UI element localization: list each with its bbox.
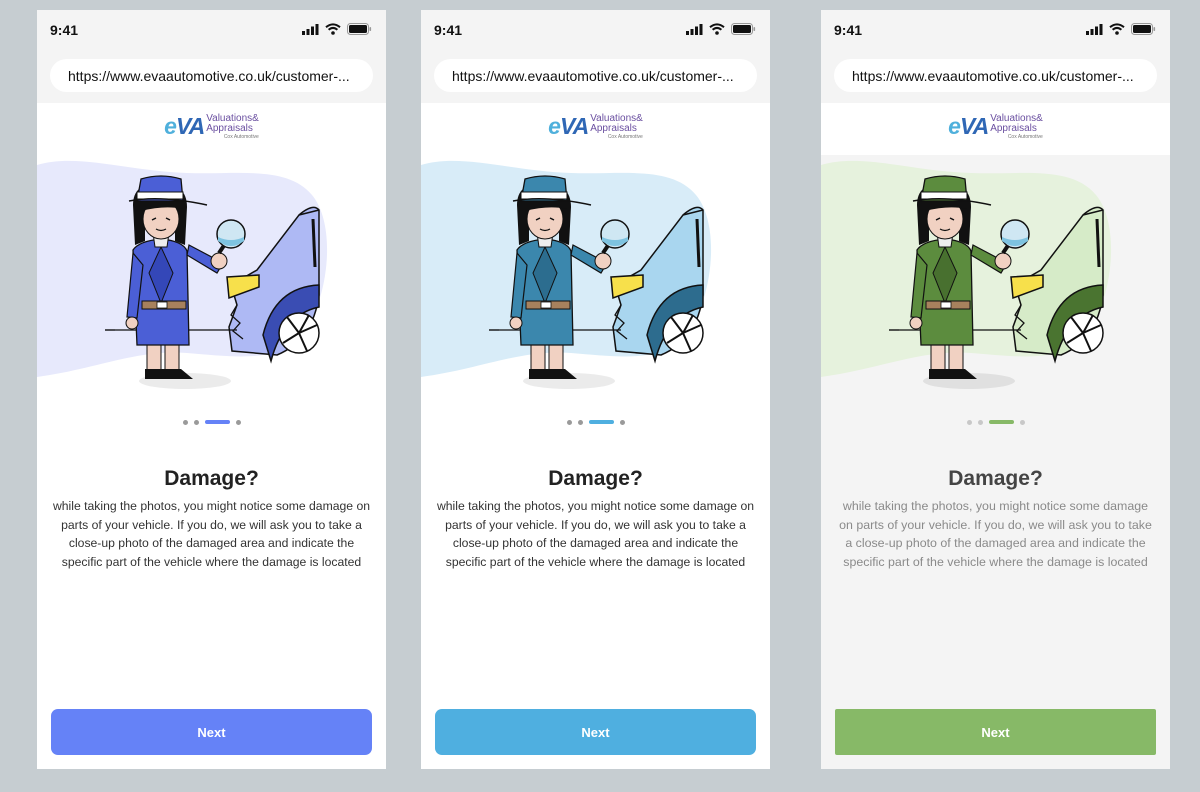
pagination-dot-active[interactable] — [204, 420, 230, 424]
address-bar[interactable]: https://www.evaautomotive.co.uk/customer… — [434, 59, 757, 92]
next-button[interactable]: Next — [435, 709, 756, 755]
next-button[interactable]: Next — [835, 709, 1156, 755]
header-logo-band: eVA Valuations& Appraisals Cox Automotiv… — [37, 103, 386, 155]
logo-tagline: Cox Automotive — [1007, 133, 1043, 140]
page-title: Damage? — [948, 467, 1043, 490]
next-button[interactable]: Next — [51, 709, 372, 755]
url-text: https://www.evaautomotive.co.uk/customer… — [452, 67, 734, 84]
logo-mark-va: VA — [559, 113, 589, 139]
status-icons — [1086, 23, 1156, 35]
eva-logo: eVA Valuations& Appraisals Cox Automotiv… — [948, 113, 1043, 140]
pagination-dot-active[interactable] — [588, 420, 614, 424]
logo-line-1: Valuations& — [590, 112, 643, 124]
header-logo-band: eVA Valuations& Appraisals Cox Automotiv… — [821, 103, 1170, 155]
pagination-dot[interactable] — [619, 419, 625, 425]
logo-text: Valuations& Appraisals Cox Automotive — [590, 112, 643, 140]
pagination-dot[interactable] — [577, 419, 583, 425]
logo-mark-e: e — [548, 113, 561, 139]
address-bar[interactable]: https://www.evaautomotive.co.uk/customer… — [50, 59, 373, 92]
onboarding-screen-lightblue: 9:41 https://www.evaautomotive.co.uk/cus… — [421, 10, 770, 769]
wifi-icon — [1109, 23, 1125, 35]
signal-icon — [1086, 23, 1103, 35]
address-bar[interactable]: https://www.evaautomotive.co.uk/customer… — [834, 59, 1157, 92]
logo-line-2: Appraisals — [590, 122, 637, 134]
battery-icon — [1131, 23, 1156, 35]
status-icons — [686, 23, 756, 35]
description-text: while taking the photos, you might notic… — [839, 499, 1152, 569]
status-time: 9:41 — [834, 22, 863, 38]
logo-line-2: Appraisals — [990, 122, 1037, 134]
inspector-car-illustration — [37, 160, 328, 389]
pagination-dot-active[interactable] — [988, 420, 1014, 424]
status-time: 9:41 — [434, 22, 463, 38]
logo-mark-e: e — [164, 113, 177, 139]
battery-icon — [731, 23, 756, 35]
logo-mark: eVA — [548, 113, 589, 140]
logo-mark-e: e — [948, 113, 961, 139]
logo-line-1: Valuations& — [206, 112, 259, 124]
status-and-address-bar: 9:41 https://www.evaautomotive.co.uk/cus… — [421, 10, 770, 103]
wifi-icon — [325, 23, 341, 35]
status-icons — [302, 23, 372, 35]
pagination-dot[interactable] — [182, 419, 188, 425]
pagination-dots — [821, 417, 1170, 427]
pagination-dots — [37, 417, 386, 427]
logo-mark: eVA — [164, 113, 205, 140]
onboarding-screen-green: 9:41 https://www.evaautomotive.co.uk/cus… — [821, 10, 1170, 769]
logo-tagline: Cox Automotive — [607, 133, 643, 140]
signal-icon — [686, 23, 703, 35]
pagination-dot[interactable] — [1019, 419, 1025, 425]
logo-mark: eVA — [948, 113, 989, 140]
pagination-dot[interactable] — [193, 419, 199, 425]
wifi-icon — [709, 23, 725, 35]
inspector-car-illustration — [421, 160, 712, 389]
pagination-dot[interactable] — [566, 419, 572, 425]
logo-line-1: Valuations& — [990, 112, 1043, 124]
pagination-dot[interactable] — [235, 419, 241, 425]
status-and-address-bar: 9:41 https://www.evaautomotive.co.uk/cus… — [37, 10, 386, 103]
inspector-car-illustration — [821, 160, 1112, 389]
logo-line-2: Appraisals — [206, 122, 253, 134]
url-text: https://www.evaautomotive.co.uk/customer… — [852, 67, 1134, 84]
onboarding-screen-blue: 9:41 https://www.evaautomotive.co.uk/cus… — [37, 10, 386, 769]
logo-mark-va: VA — [959, 113, 989, 139]
url-text: https://www.evaautomotive.co.uk/customer… — [68, 67, 350, 84]
signal-icon — [302, 23, 319, 35]
eva-logo: eVA Valuations& Appraisals Cox Automotiv… — [548, 113, 643, 140]
logo-text: Valuations& Appraisals Cox Automotive — [206, 112, 259, 140]
page-title: Damage? — [548, 467, 643, 490]
status-and-address-bar: 9:41 https://www.evaautomotive.co.uk/cus… — [821, 10, 1170, 103]
page-title: Damage? — [164, 467, 259, 490]
description-text: while taking the photos, you might notic… — [436, 499, 755, 569]
status-time: 9:41 — [50, 22, 79, 38]
logo-mark-va: VA — [175, 113, 205, 139]
battery-icon — [347, 23, 372, 35]
pagination-dot[interactable] — [977, 419, 983, 425]
pagination-dot[interactable] — [966, 419, 972, 425]
logo-tagline: Cox Automotive — [223, 133, 259, 140]
pagination-dots — [421, 417, 770, 427]
description-text: while taking the photos, you might notic… — [52, 499, 371, 569]
header-logo-band: eVA Valuations& Appraisals Cox Automotiv… — [421, 103, 770, 155]
logo-text: Valuations& Appraisals Cox Automotive — [990, 112, 1043, 140]
eva-logo: eVA Valuations& Appraisals Cox Automotiv… — [164, 113, 259, 140]
